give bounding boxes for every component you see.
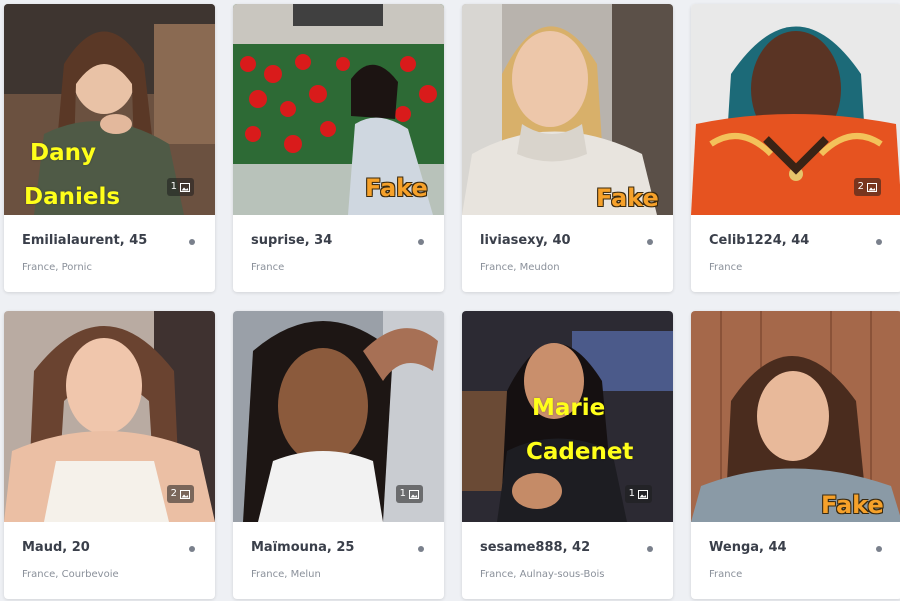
photo-count-badge: 2 bbox=[853, 178, 881, 196]
status-dot-icon bbox=[876, 546, 882, 552]
photo-count-value: 1 bbox=[399, 488, 406, 499]
profile-title[interactable]: liviasexy, 40 bbox=[480, 233, 655, 248]
status-dot-icon bbox=[876, 239, 882, 245]
profile-info: Emilialaurent, 45 France, Pornic bbox=[4, 215, 215, 292]
image-icon bbox=[867, 182, 877, 192]
profile-card[interactable]: Fake suprise, 34 France bbox=[233, 4, 444, 292]
photo-count-value: 2 bbox=[857, 181, 864, 192]
status-dot-icon bbox=[647, 546, 653, 552]
fake-overlay-text: Fake bbox=[821, 491, 884, 519]
image-icon bbox=[409, 489, 419, 499]
profile-card[interactable]: Marie Cadenet 1 sesame888, 42 France, Au… bbox=[462, 311, 673, 599]
profile-title[interactable]: Maïmouna, 25 bbox=[251, 540, 426, 555]
profile-location: France bbox=[709, 262, 743, 273]
profile-info: Wenga, 44 France bbox=[691, 522, 900, 599]
profile-info: sesame888, 42 France, Aulnay-sous-Bois bbox=[462, 522, 673, 599]
profile-title[interactable]: Maud, 20 bbox=[22, 540, 197, 555]
photo-count-badge: 1 bbox=[395, 485, 423, 503]
profile-location: France, Courbevoie bbox=[22, 569, 119, 580]
profile-location: France, Melun bbox=[251, 569, 321, 580]
name-overlay-text: Marie bbox=[532, 395, 606, 421]
status-dot-icon bbox=[418, 546, 424, 552]
profile-card[interactable]: 1 Maïmouna, 25 France, Melun bbox=[233, 311, 444, 599]
photo-count-badge: 2 bbox=[166, 485, 194, 503]
photo-count-value: 2 bbox=[170, 488, 177, 499]
photo-count-badge: 1 bbox=[624, 485, 652, 503]
profile-card[interactable]: Fake liviasexy, 40 France, Meudon bbox=[462, 4, 673, 292]
profile-card[interactable]: Fake Wenga, 44 France bbox=[691, 311, 900, 599]
profile-location: France, Aulnay-sous-Bois bbox=[480, 569, 605, 580]
profile-location: France, Pornic bbox=[22, 262, 92, 273]
profile-photo[interactable]: Fake bbox=[691, 311, 900, 522]
profile-info: liviasexy, 40 France, Meudon bbox=[462, 215, 673, 292]
image-icon bbox=[638, 489, 648, 499]
profile-info: suprise, 34 France bbox=[233, 215, 444, 292]
profile-title[interactable]: suprise, 34 bbox=[251, 233, 426, 248]
profile-card[interactable]: Dany Daniels 1 Emilialaurent, 45 France,… bbox=[4, 4, 215, 292]
status-dot-icon bbox=[189, 239, 195, 245]
profile-location: France bbox=[251, 262, 285, 273]
fake-overlay-text: Fake bbox=[365, 174, 428, 202]
image-icon bbox=[180, 489, 190, 499]
name-overlay-text: Cadenet bbox=[526, 439, 634, 465]
status-dot-icon bbox=[418, 239, 424, 245]
profile-card[interactable]: 2 Maud, 20 France, Courbevoie bbox=[4, 311, 215, 599]
name-overlay-text: Daniels bbox=[24, 184, 121, 210]
image-icon bbox=[180, 182, 190, 192]
profile-photo[interactable]: Fake bbox=[462, 4, 673, 215]
profile-photo[interactable]: Dany Daniels 1 bbox=[4, 4, 215, 215]
profile-info: Maïmouna, 25 France, Melun bbox=[233, 522, 444, 599]
fake-overlay-text: Fake bbox=[596, 184, 659, 212]
profile-location: France bbox=[709, 569, 743, 580]
name-overlay-text: Dany bbox=[30, 140, 96, 166]
photo-count-badge: 1 bbox=[166, 178, 194, 196]
photo-count-value: 1 bbox=[628, 488, 635, 499]
profile-title[interactable]: Celib1224, 44 bbox=[709, 233, 884, 248]
profile-photo[interactable]: 2 bbox=[4, 311, 215, 522]
status-dot-icon bbox=[189, 546, 195, 552]
profile-photo[interactable]: Marie Cadenet 1 bbox=[462, 311, 673, 522]
profile-info: Celib1224, 44 France bbox=[691, 215, 900, 292]
profile-title[interactable]: sesame888, 42 bbox=[480, 540, 655, 555]
profile-title[interactable]: Wenga, 44 bbox=[709, 540, 884, 555]
profile-card[interactable]: 2 Celib1224, 44 France bbox=[691, 4, 900, 292]
profile-photo[interactable]: 2 bbox=[691, 4, 900, 215]
photo-count-value: 1 bbox=[170, 181, 177, 192]
status-dot-icon bbox=[647, 239, 653, 245]
profile-photo[interactable]: 1 bbox=[233, 311, 444, 522]
profile-photo[interactable]: Fake bbox=[233, 4, 444, 215]
profile-location: France, Meudon bbox=[480, 262, 560, 273]
profile-info: Maud, 20 France, Courbevoie bbox=[4, 522, 215, 599]
profile-title[interactable]: Emilialaurent, 45 bbox=[22, 233, 197, 248]
